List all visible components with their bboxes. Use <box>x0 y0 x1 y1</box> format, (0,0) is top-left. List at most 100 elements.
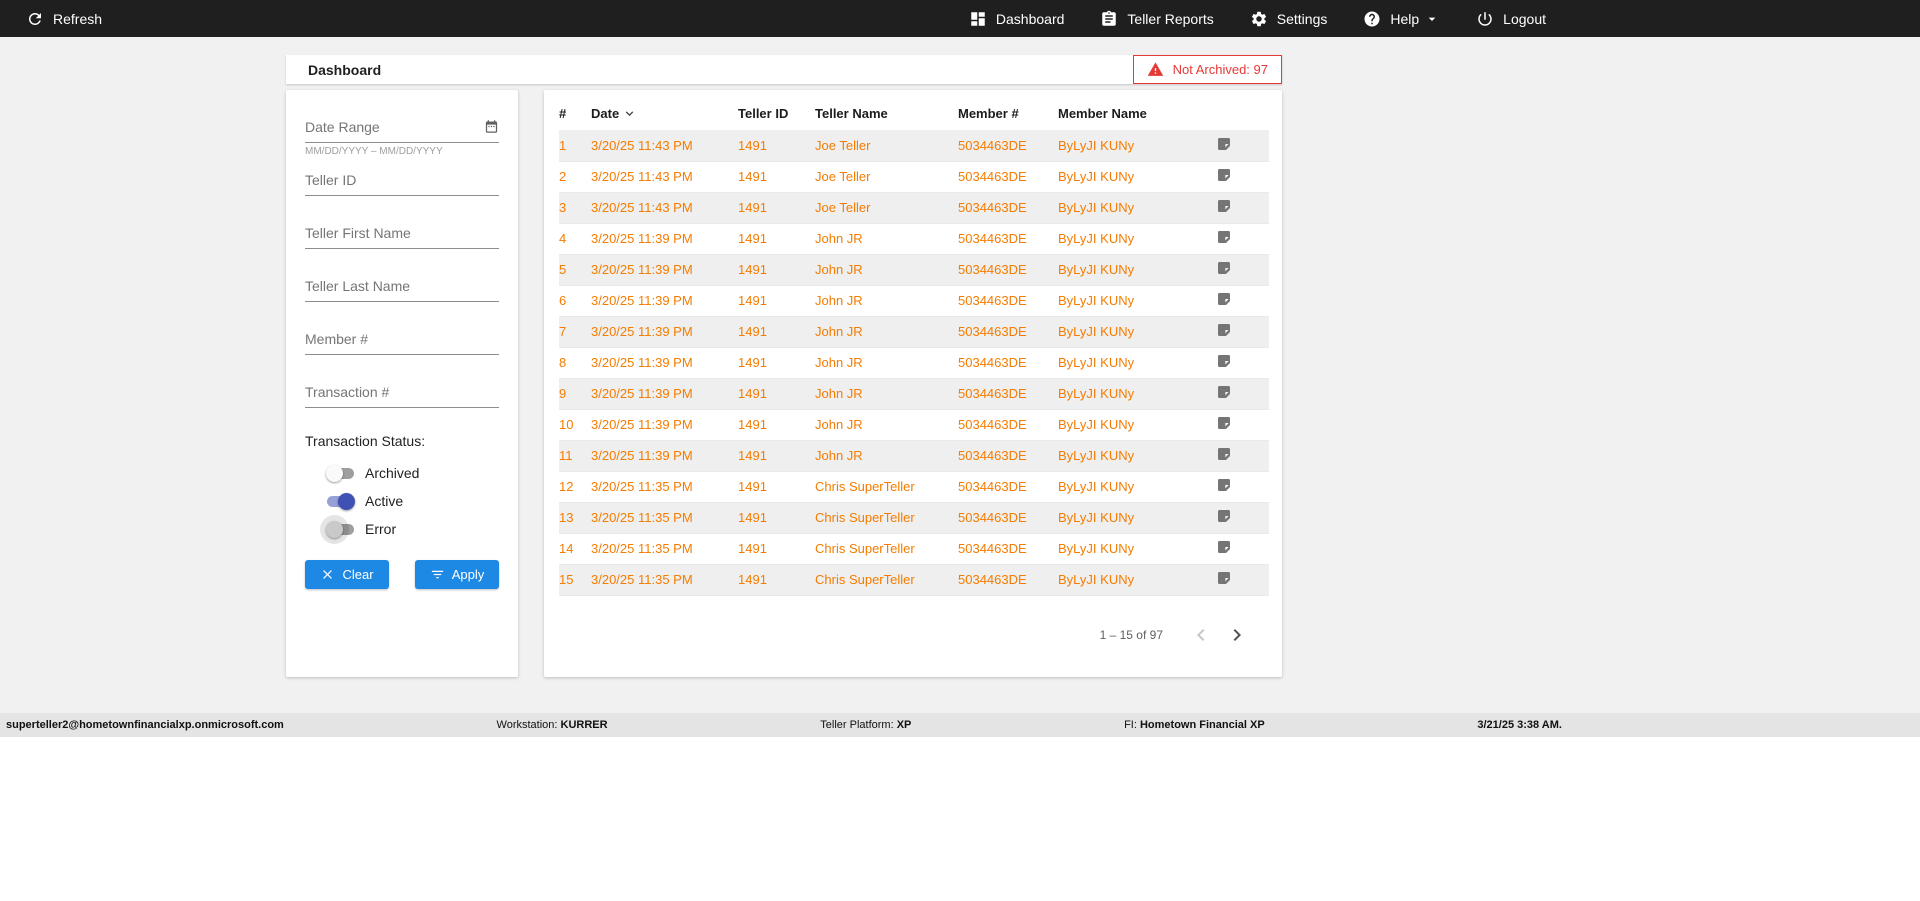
cell-note <box>1216 254 1269 285</box>
note-icon[interactable] <box>1216 291 1232 307</box>
cell-row-number: 15 <box>559 572 574 587</box>
cell-member-number: 5034463DE <box>958 200 1027 215</box>
table-row[interactable]: 2 3/20/25 11:43 PM 1491 Joe Teller 50344… <box>559 161 1269 192</box>
previous-page-button[interactable] <box>1183 617 1219 653</box>
cell-teller-id: 1491 <box>738 293 767 308</box>
transaction-status-heading: Transaction Status: <box>305 433 426 449</box>
note-icon[interactable] <box>1216 167 1232 183</box>
nav-help[interactable]: Help <box>1363 10 1440 28</box>
table-row[interactable]: 7 3/20/25 11:39 PM 1491 John JR 5034463D… <box>559 316 1269 347</box>
table-row[interactable]: 6 3/20/25 11:39 PM 1491 John JR 5034463D… <box>559 285 1269 316</box>
cell-member-number: 5034463DE <box>958 293 1027 308</box>
transactions-table: # Date Teller ID Teller Name Member # Me… <box>559 104 1269 596</box>
member-number-input[interactable] <box>305 327 499 355</box>
status-bar: superteller2@hometownfinancialxp.onmicro… <box>0 713 1920 737</box>
not-archived-badge-label: Not Archived: 97 <box>1172 62 1268 77</box>
cell-member-name: ByLyJI KUNy <box>1058 293 1135 308</box>
note-icon[interactable] <box>1216 539 1232 555</box>
transaction-number-field-wrapper <box>305 380 499 408</box>
calendar-icon[interactable] <box>484 119 499 134</box>
note-icon[interactable] <box>1216 415 1232 431</box>
archived-toggle-switch[interactable] <box>326 464 354 482</box>
cell-date: 3/20/25 11:43 PM <box>591 169 693 184</box>
cell-note <box>1216 347 1269 378</box>
note-icon[interactable] <box>1216 477 1232 493</box>
table-row[interactable]: 14 3/20/25 11:35 PM 1491 Chris SuperTell… <box>559 533 1269 564</box>
cell-member-number: 5034463DE <box>958 479 1027 494</box>
table-row[interactable]: 4 3/20/25 11:39 PM 1491 John JR 5034463D… <box>559 223 1269 254</box>
cell-date: 3/20/25 11:39 PM <box>591 262 693 277</box>
teller-id-input[interactable] <box>305 168 499 196</box>
table-row[interactable]: 8 3/20/25 11:39 PM 1491 John JR 5034463D… <box>559 347 1269 378</box>
cell-teller-id: 1491 <box>738 262 767 277</box>
error-toggle-switch[interactable] <box>326 520 354 538</box>
cell-teller-name: Chris SuperTeller <box>815 541 915 556</box>
nav-logout[interactable]: Logout <box>1476 10 1546 28</box>
toggle-error[interactable]: Error <box>305 515 499 543</box>
settings-icon <box>1250 10 1268 28</box>
note-icon[interactable] <box>1216 322 1232 338</box>
not-archived-badge[interactable]: Not Archived: 97 <box>1132 55 1282 84</box>
column-header-teller-name[interactable]: Teller Name <box>815 104 958 130</box>
table-row[interactable]: 11 3/20/25 11:39 PM 1491 John JR 5034463… <box>559 440 1269 471</box>
column-header-teller-id[interactable]: Teller ID <box>738 104 815 130</box>
table-row[interactable]: 9 3/20/25 11:39 PM 1491 John JR 5034463D… <box>559 378 1269 409</box>
next-page-button[interactable] <box>1219 617 1255 653</box>
cell-teller-id: 1491 <box>738 510 767 525</box>
paginator: 1 – 15 of 97 <box>559 617 1269 667</box>
cell-member-number: 5034463DE <box>958 324 1027 339</box>
cell-row-number: 3 <box>559 200 567 215</box>
table-row[interactable]: 10 3/20/25 11:39 PM 1491 John JR 5034463… <box>559 409 1269 440</box>
column-header-number[interactable]: # <box>559 104 591 130</box>
dashboard-icon <box>969 10 987 28</box>
cell-row-number: 14 <box>559 541 574 556</box>
note-icon[interactable] <box>1216 353 1232 369</box>
date-range-format-hint: MM/DD/YYYY – MM/DD/YYYY <box>305 146 443 157</box>
apply-button[interactable]: Apply <box>415 560 499 589</box>
note-icon[interactable] <box>1216 136 1232 152</box>
table-row[interactable]: 13 3/20/25 11:35 PM 1491 Chris SuperTell… <box>559 502 1269 533</box>
clear-button[interactable]: Clear <box>305 560 389 589</box>
date-range-input[interactable] <box>305 115 499 143</box>
table-row[interactable]: 12 3/20/25 11:35 PM 1491 Chris SuperTell… <box>559 471 1269 502</box>
nav-settings[interactable]: Settings <box>1250 10 1327 28</box>
cell-teller-name: John JR <box>815 324 863 339</box>
note-icon[interactable] <box>1216 260 1232 276</box>
note-icon[interactable] <box>1216 198 1232 214</box>
column-header-member-name[interactable]: Member Name <box>1058 104 1216 130</box>
refresh-icon <box>26 10 44 28</box>
toggle-archived[interactable]: Archived <box>305 459 499 487</box>
teller-first-name-input[interactable] <box>305 221 499 249</box>
cell-teller-name: John JR <box>815 262 863 277</box>
cell-row-number: 9 <box>559 386 567 401</box>
table-row[interactable]: 1 3/20/25 11:43 PM 1491 Joe Teller 50344… <box>559 130 1269 161</box>
nav-teller-reports[interactable]: Teller Reports <box>1100 10 1214 28</box>
transaction-number-input[interactable] <box>305 380 499 408</box>
teller-platform-label: Teller Platform: <box>820 719 894 731</box>
cell-date: 3/20/25 11:43 PM <box>591 200 693 215</box>
nav-help-label: Help <box>1390 10 1420 27</box>
table-row[interactable]: 5 3/20/25 11:39 PM 1491 John JR 5034463D… <box>559 254 1269 285</box>
warning-triangle-icon <box>1147 61 1164 78</box>
refresh-button[interactable]: Refresh <box>26 10 102 28</box>
teller-last-name-input[interactable] <box>305 274 499 302</box>
cell-teller-name: John JR <box>815 231 863 246</box>
chevron-right-icon <box>1225 623 1249 647</box>
active-toggle-switch[interactable] <box>327 492 355 510</box>
note-icon[interactable] <box>1216 229 1232 245</box>
cell-row-number: 8 <box>559 355 567 370</box>
cell-date: 3/20/25 11:35 PM <box>591 479 693 494</box>
note-icon[interactable] <box>1216 570 1232 586</box>
toggle-active[interactable]: Active <box>305 487 499 515</box>
column-header-date[interactable]: Date <box>591 104 738 130</box>
teller-platform-value: XP <box>896 719 912 731</box>
note-icon[interactable] <box>1216 508 1232 524</box>
column-header-member-number[interactable]: Member # <box>958 104 1058 130</box>
note-icon[interactable] <box>1216 446 1232 462</box>
table-row[interactable]: 3 3/20/25 11:43 PM 1491 Joe Teller 50344… <box>559 192 1269 223</box>
note-icon[interactable] <box>1216 384 1232 400</box>
table-row[interactable]: 15 3/20/25 11:35 PM 1491 Chris SuperTell… <box>559 564 1269 595</box>
workstation-info: Workstation: KURRER <box>497 719 608 731</box>
nav-dashboard[interactable]: Dashboard <box>969 10 1064 28</box>
cell-date: 3/20/25 11:43 PM <box>591 137 693 153</box>
